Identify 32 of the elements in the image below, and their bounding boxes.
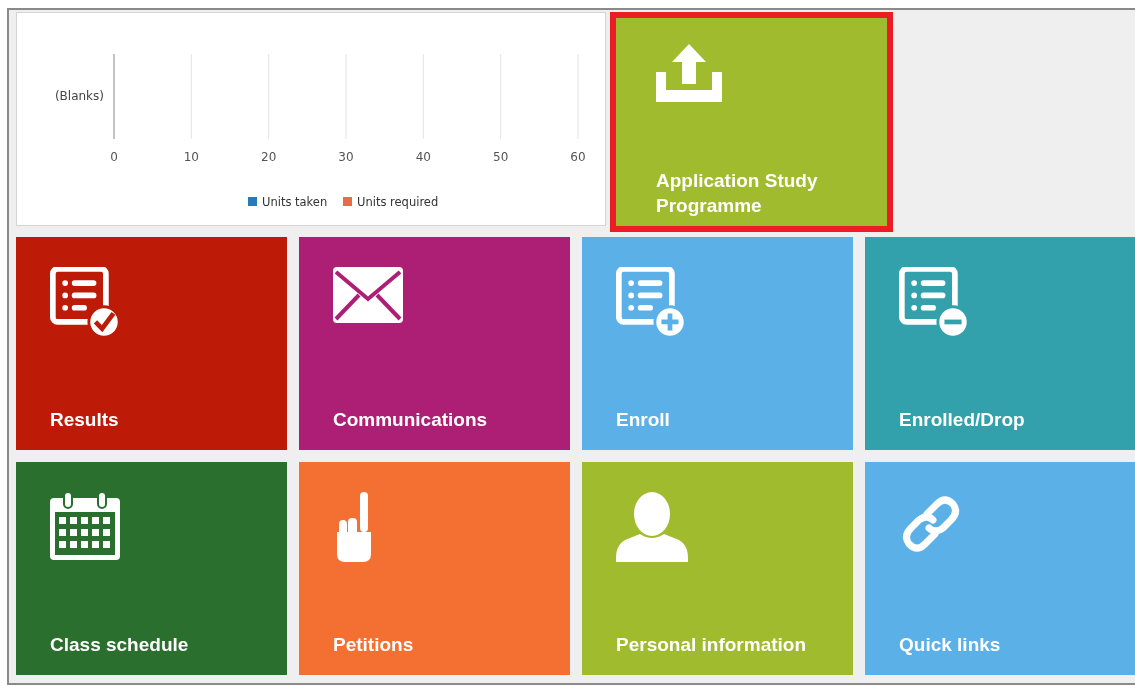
tile-label: Enrolled/Drop	[899, 408, 1026, 432]
app-tile[interactable]: Enrolled/Drop	[865, 237, 1135, 450]
app-tile[interactable]: Class schedule	[16, 462, 287, 675]
tile-label: Petitions	[333, 633, 415, 657]
tick-label: 50	[493, 150, 509, 164]
tile-label: Communications	[333, 408, 489, 432]
app-tile[interactable]: Quick links	[865, 462, 1135, 675]
legend-label: Units required	[357, 195, 439, 209]
tile-label: Enroll	[616, 408, 671, 432]
tick-label: 0	[110, 150, 118, 164]
app-tile[interactable]: Personal information	[582, 462, 853, 675]
app-tile[interactable]: Petitions	[299, 462, 570, 675]
mail-icon	[333, 267, 403, 323]
tile-label: Class schedule	[50, 633, 190, 657]
person-icon	[616, 492, 688, 562]
app-tile[interactable]: Enroll	[582, 237, 853, 450]
upload-icon	[656, 44, 722, 102]
tick-label: 30	[338, 150, 354, 164]
calendar-icon	[50, 492, 120, 560]
app-tile[interactable]: Communications	[299, 237, 570, 450]
tile-label: Quick links	[899, 633, 1002, 657]
tick-label: 60	[570, 150, 586, 164]
tick-label: 20	[261, 150, 277, 164]
tile-label: Application Study Programme	[656, 169, 819, 218]
tick-label: 40	[415, 150, 431, 164]
app-tile[interactable]: Results	[16, 237, 287, 450]
category-label: (Blanks)	[54, 89, 104, 103]
tile-label: Results	[50, 408, 120, 432]
tile-label: Personal information	[616, 633, 808, 657]
tick-label: 10	[183, 150, 199, 164]
app-tile[interactable]: Application Study Programme	[610, 12, 893, 232]
legend-label: Units taken	[262, 195, 328, 209]
